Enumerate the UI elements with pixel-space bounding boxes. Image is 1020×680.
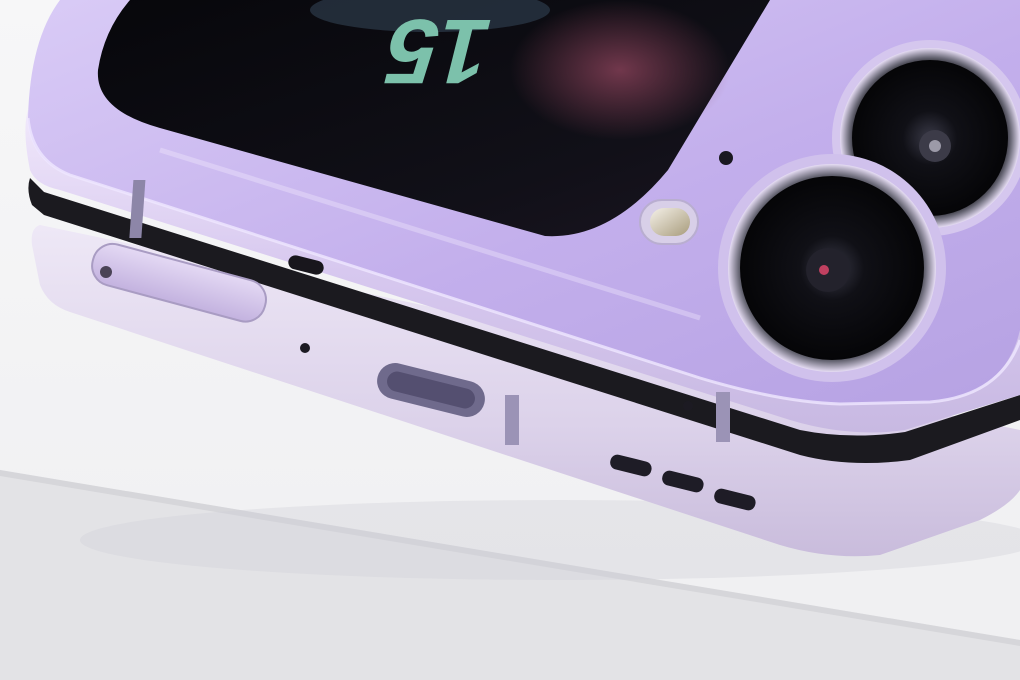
- camera-flash: [639, 199, 699, 245]
- lower-camera-lens: [718, 154, 946, 382]
- antenna-line: [505, 395, 519, 445]
- microphone-hole: [300, 343, 310, 353]
- sim-eject-hole: [100, 266, 112, 278]
- antenna-line: [716, 392, 730, 442]
- product-photo: 15: [0, 0, 1020, 680]
- sensor-dot: [719, 151, 733, 165]
- microphone-hole: [683, 401, 693, 411]
